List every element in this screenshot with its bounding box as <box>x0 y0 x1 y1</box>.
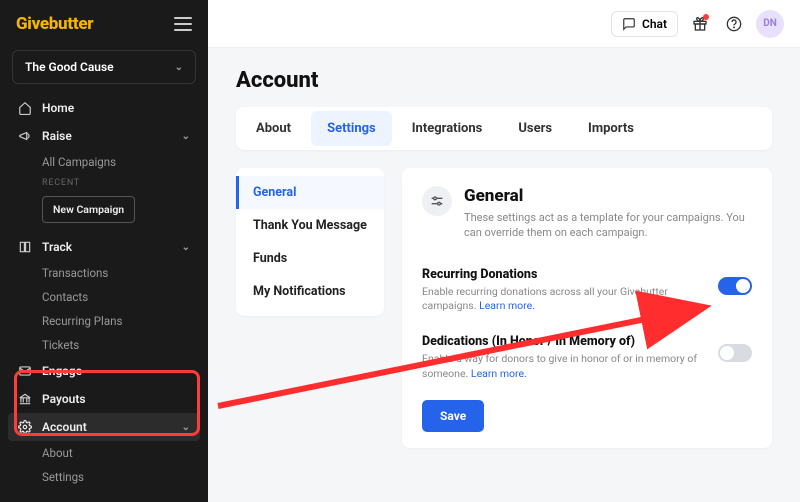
new-campaign-button[interactable]: New Campaign <box>42 196 135 223</box>
account-selector[interactable]: The Good Cause ⌄ <box>12 50 196 84</box>
tab-settings[interactable]: Settings <box>311 111 392 146</box>
chevron-down-icon: ⌄ <box>175 62 183 73</box>
sidebar-label-recent: Recent <box>0 174 208 190</box>
menu-toggle-icon[interactable] <box>174 17 192 31</box>
brand-logo[interactable]: Givebutter <box>16 14 93 34</box>
megaphone-icon <box>18 129 32 143</box>
sidebar-item-label: Home <box>42 101 74 115</box>
chat-label: Chat <box>642 17 667 31</box>
sidebar-sub-about[interactable]: About <box>0 441 208 465</box>
gear-icon <box>18 420 32 434</box>
envelope-icon <box>18 364 32 378</box>
help-icon[interactable] <box>722 12 746 36</box>
setting-title: Recurring Donations <box>422 267 698 282</box>
tab-imports[interactable]: Imports <box>572 111 650 146</box>
sidebar-item-label: Track <box>42 240 72 254</box>
sidebar-sub-all-campaigns[interactable]: All Campaigns <box>0 150 208 174</box>
sidebar-item-engage[interactable]: Engage <box>0 357 208 385</box>
chevron-down-icon: ⌄ <box>182 422 190 433</box>
gift-icon[interactable] <box>688 12 712 36</box>
book-icon <box>18 240 32 254</box>
sidebar-item-account[interactable]: Account ⌄ <box>8 413 200 441</box>
setting-title: Dedications (In Honor / In Memory of) <box>422 334 698 349</box>
subnav-notifications[interactable]: My Notifications <box>236 275 384 308</box>
save-button[interactable]: Save <box>422 400 484 432</box>
sidebar-item-label: Account <box>42 420 87 434</box>
main: Chat DN Account About Settings Integrati… <box>208 0 800 502</box>
settings-subnav: General Thank You Message Funds My Notif… <box>236 168 384 316</box>
subnav-general[interactable]: General <box>236 176 384 209</box>
setting-desc: Enable a way for donors to give in honor… <box>422 352 698 381</box>
sidebar-item-home[interactable]: Home <box>0 94 208 122</box>
tab-users[interactable]: Users <box>502 111 568 146</box>
sidebar-item-raise[interactable]: Raise ⌄ <box>0 122 208 150</box>
sidebar-item-label: Payouts <box>42 392 86 406</box>
chat-button[interactable]: Chat <box>611 11 678 37</box>
learn-more-link[interactable]: Learn more. <box>471 367 527 380</box>
toggle-dedications[interactable] <box>718 344 752 362</box>
chat-icon <box>622 17 636 31</box>
chevron-down-icon: ⌄ <box>182 242 190 253</box>
sidebar-item-track[interactable]: Track ⌄ <box>0 233 208 261</box>
sidebar-sub-contacts[interactable]: Contacts <box>0 285 208 309</box>
sidebar-sub-settings[interactable]: Settings <box>0 465 208 489</box>
tab-integrations[interactable]: Integrations <box>396 111 499 146</box>
sidebar-item-label: Raise <box>42 129 72 143</box>
panel-desc: These settings act as a template for you… <box>464 210 752 241</box>
setting-desc: Enable recurring donations across all yo… <box>422 285 698 314</box>
panel-title: General <box>464 186 752 206</box>
account-selector-name: The Good Cause <box>25 60 114 74</box>
sidebar-item-payouts[interactable]: Payouts <box>0 385 208 413</box>
sliders-icon <box>422 186 452 216</box>
chevron-down-icon: ⌄ <box>182 131 190 142</box>
tab-about[interactable]: About <box>240 111 307 146</box>
subnav-thankyou[interactable]: Thank You Message <box>236 209 384 242</box>
sidebar-item-label: Engage <box>42 364 82 378</box>
bank-icon <box>18 392 32 406</box>
page-title: Account <box>236 68 772 93</box>
sidebar-sub-integrations[interactable]: Integrations <box>0 489 208 494</box>
sidebar: Givebutter The Good Cause ⌄ Home Raise ⌄… <box>0 0 208 502</box>
setting-dedications: Dedications (In Honor / In Memory of) En… <box>422 324 752 391</box>
sidebar-sub-recurring[interactable]: Recurring Plans <box>0 309 208 333</box>
toggle-recurring[interactable] <box>718 277 752 295</box>
settings-panel: General These settings act as a template… <box>402 168 772 448</box>
learn-more-link[interactable]: Learn more. <box>479 299 535 312</box>
sidebar-sub-transactions[interactable]: Transactions <box>0 261 208 285</box>
setting-recurring: Recurring Donations Enable recurring don… <box>422 257 752 324</box>
sidebar-sub-tickets[interactable]: Tickets <box>0 333 208 357</box>
home-icon <box>18 101 32 115</box>
avatar[interactable]: DN <box>756 10 784 38</box>
topbar: Chat DN <box>208 0 800 48</box>
subnav-funds[interactable]: Funds <box>236 242 384 275</box>
tabs: About Settings Integrations Users Import… <box>236 107 772 150</box>
